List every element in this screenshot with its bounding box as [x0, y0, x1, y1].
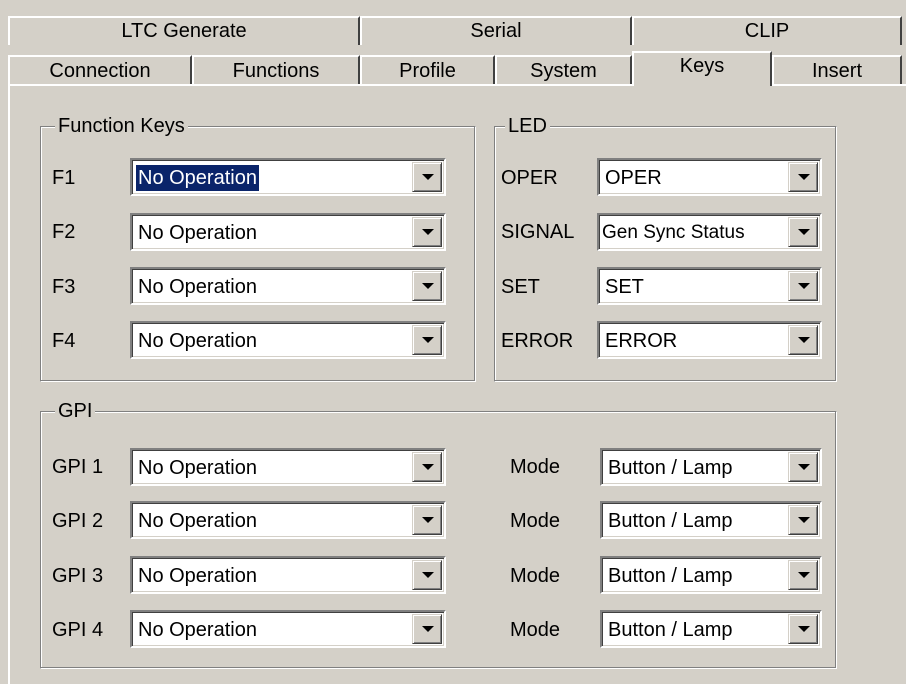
led-error-label: ERROR — [501, 330, 574, 352]
chevron-down-icon — [798, 626, 810, 632]
gpi-1-select[interactable]: No Operation — [130, 448, 446, 486]
gpi-4-mode-dropdown-button[interactable] — [788, 614, 818, 644]
tab-serial[interactable]: Serial — [360, 16, 632, 45]
chevron-down-icon — [422, 517, 434, 523]
f3-select[interactable]: No Operation — [130, 267, 446, 305]
chevron-down-icon — [798, 174, 810, 180]
f2-label: F2 — [52, 221, 76, 243]
gpi-legend: GPI — [55, 399, 96, 423]
led-signal-dropdown-button[interactable] — [788, 217, 818, 247]
chevron-down-icon — [798, 337, 810, 343]
gpi-4-mode-select[interactable]: Button / Lamp — [600, 610, 822, 648]
tab-profile[interactable]: Profile — [360, 55, 495, 86]
tab-keys[interactable]: Keys — [632, 51, 772, 86]
f4-dropdown-button[interactable] — [412, 325, 442, 355]
gpi-3-dropdown-button[interactable] — [412, 560, 442, 590]
chevron-down-icon — [422, 337, 434, 343]
gpi-3-mode-label: Mode — [510, 565, 561, 587]
chevron-down-icon — [798, 572, 810, 578]
gpi-2-mode-select[interactable]: Button / Lamp — [600, 501, 822, 539]
gpi-4-dropdown-button[interactable] — [412, 614, 442, 644]
tab-row-back: LTC Generate Serial CLIP — [8, 16, 902, 45]
gpi-2-label: GPI 2 — [52, 510, 104, 532]
tab-functions[interactable]: Functions — [192, 55, 360, 86]
led-set-dropdown-button[interactable] — [788, 271, 818, 301]
chevron-down-icon — [422, 626, 434, 632]
gpi-4-select[interactable]: No Operation — [130, 610, 446, 648]
led-oper-label: OPER — [501, 167, 558, 189]
f4-label: F4 — [52, 330, 76, 352]
chevron-down-icon — [422, 229, 434, 235]
led-error-select[interactable]: ERROR — [597, 321, 822, 359]
f1-select[interactable]: No Operation — [130, 158, 446, 196]
led-legend: LED — [505, 114, 550, 138]
f1-label: F1 — [52, 167, 76, 189]
tab-page-keys: Function Keys F1 No Operation F2 No Oper… — [8, 84, 906, 684]
gpi-2-select[interactable]: No Operation — [130, 501, 446, 539]
tab-connection[interactable]: Connection — [8, 55, 192, 86]
gpi-2-dropdown-button[interactable] — [412, 505, 442, 535]
chevron-down-icon — [422, 174, 434, 180]
f1-dropdown-button[interactable] — [412, 162, 442, 192]
tab-clip[interactable]: CLIP — [632, 16, 902, 45]
f3-dropdown-button[interactable] — [412, 271, 442, 301]
led-set-select[interactable]: SET — [597, 267, 822, 305]
gpi-3-mode-dropdown-button[interactable] — [788, 560, 818, 590]
led-set-label: SET — [501, 276, 540, 298]
tab-ltc-generate[interactable]: LTC Generate — [8, 16, 360, 45]
gpi-1-mode-dropdown-button[interactable] — [788, 452, 818, 482]
gpi-3-label: GPI 3 — [52, 565, 104, 587]
f3-label: F3 — [52, 276, 76, 298]
chevron-down-icon — [422, 464, 434, 470]
chevron-down-icon — [422, 572, 434, 578]
tab-system[interactable]: System — [495, 55, 632, 86]
gpi-2-mode-label: Mode — [510, 510, 561, 532]
gpi-1-mode-select[interactable]: Button / Lamp — [600, 448, 822, 486]
gpi-1-dropdown-button[interactable] — [412, 452, 442, 482]
gpi-3-mode-select[interactable]: Button / Lamp — [600, 556, 822, 594]
led-oper-select[interactable]: OPER — [597, 158, 822, 196]
f2-select[interactable]: No Operation — [130, 213, 446, 251]
gpi-3-select[interactable]: No Operation — [130, 556, 446, 594]
function-keys-legend: Function Keys — [55, 114, 188, 138]
tab-insert[interactable]: Insert — [772, 55, 902, 86]
led-signal-label: SIGNAL — [501, 221, 575, 243]
gpi-2-mode-dropdown-button[interactable] — [788, 505, 818, 535]
gpi-1-label: GPI 1 — [52, 456, 104, 478]
chevron-down-icon — [798, 283, 810, 289]
tab-row-front: Connection Functions Profile System Keys… — [8, 51, 902, 86]
gpi-4-label: GPI 4 — [52, 619, 104, 641]
f2-dropdown-button[interactable] — [412, 217, 442, 247]
chevron-down-icon — [798, 517, 810, 523]
led-error-dropdown-button[interactable] — [788, 325, 818, 355]
chevron-down-icon — [798, 229, 810, 235]
gpi-1-mode-label: Mode — [510, 456, 561, 478]
led-signal-select[interactable]: Gen Sync Status — [597, 213, 822, 251]
f4-select[interactable]: No Operation — [130, 321, 446, 359]
gpi-4-mode-label: Mode — [510, 619, 561, 641]
led-oper-dropdown-button[interactable] — [788, 162, 818, 192]
chevron-down-icon — [798, 464, 810, 470]
chevron-down-icon — [422, 283, 434, 289]
